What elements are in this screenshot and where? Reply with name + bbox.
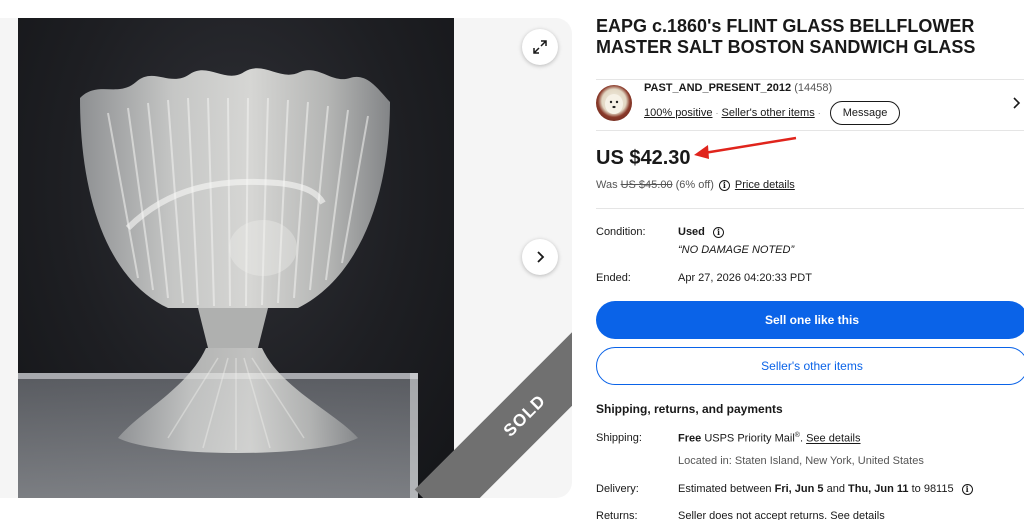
condition-info-icon[interactable]: i: [712, 226, 724, 238]
was-label: Was: [596, 179, 618, 191]
condition-value: Used: [678, 226, 705, 238]
delivery-info-icon[interactable]: i: [961, 483, 973, 495]
next-image-button[interactable]: [522, 239, 558, 275]
delivery-prefix: Estimated between: [678, 483, 772, 495]
sold-label: SOLD: [499, 390, 550, 441]
seller-card[interactable]: PAST_AND_PRESENT_2012 (14458) 100% posit…: [596, 79, 1024, 131]
price-details-link[interactable]: Price details: [735, 179, 795, 191]
seller-avatar[interactable]: [596, 85, 632, 121]
expand-icon: [533, 40, 547, 54]
chevron-right-icon: [537, 251, 545, 263]
condition-value-line: Used i: [678, 226, 729, 238]
item-location: Located in: Staten Island, New York, Uni…: [678, 455, 924, 467]
seller-name[interactable]: PAST_AND_PRESENT_2012: [644, 82, 791, 94]
seller-other-items-link[interactable]: Seller's other items: [722, 107, 815, 119]
condition-label: Condition:: [596, 226, 646, 238]
delivery-start: Fri, Jun 5: [774, 483, 824, 495]
returns-label: Returns:: [596, 510, 638, 520]
shipping-see-details-link[interactable]: See details: [806, 433, 860, 445]
delivery-value: Estimated between Fri, Jun 5 and Thu, Ju…: [678, 483, 978, 495]
seller-positive-link[interactable]: 100% positive: [644, 107, 713, 119]
delivery-label: Delivery:: [596, 483, 639, 495]
returns-value: Seller does not accept returns. See deta…: [678, 510, 885, 520]
delivery-end: Thu, Jun 11: [848, 483, 909, 495]
glass-salt-dish-image: [18, 68, 418, 498]
delivery-and: and: [826, 483, 845, 495]
returns-policy: Seller does not accept returns.: [678, 510, 828, 520]
divider: [596, 208, 1024, 209]
was-price-line: Was US $45.00 (6% off) i Price details: [596, 179, 795, 191]
shipping-free: Free: [678, 432, 702, 445]
info-icon[interactable]: i: [718, 179, 730, 191]
seller-name-line: PAST_AND_PRESENT_2012 (14458): [644, 82, 832, 94]
shipping-service: USPS Priority Mail: [704, 432, 795, 445]
dog-avatar-icon: [605, 94, 623, 114]
ended-value: Apr 27, 2026 04:20:33 PDT: [678, 272, 812, 284]
listing-title: EAPG c.1860's FLINT GLASS BELLFLOWER MAS…: [596, 16, 976, 57]
was-price: US $45.00: [620, 179, 673, 191]
listing-info: EAPG c.1860's FLINT GLASS BELLFLOWER MAS…: [596, 16, 1024, 520]
separator-dot: ·: [715, 108, 719, 118]
image-gallery: SOLD: [0, 18, 572, 498]
current-price: US $42.30: [596, 147, 691, 169]
returns-see-details-link[interactable]: See details: [830, 510, 884, 520]
message-button[interactable]: Message: [829, 101, 901, 125]
seller-feedback-score: (14458): [794, 82, 833, 94]
expand-image-button[interactable]: [522, 29, 558, 65]
sell-one-like-this-button[interactable]: Sell one like this: [596, 301, 1024, 339]
discount-percent: (6% off): [675, 179, 714, 191]
shipping-label: Shipping:: [596, 432, 642, 444]
sellers-other-items-button[interactable]: Seller's other items: [596, 347, 1024, 385]
product-photo[interactable]: [18, 18, 454, 498]
ended-label: Ended:: [596, 272, 631, 284]
shipping-value: Free USPS Priority Mail®. See details: [678, 432, 861, 445]
registered-mark: ®: [794, 432, 800, 439]
seller-links: 100% positive · Seller's other items · M…: [644, 101, 901, 125]
separator-dot: ·: [817, 108, 821, 118]
delivery-zip: to 98115: [911, 483, 954, 495]
condition-note: “NO DAMAGE NOTED”: [678, 244, 795, 256]
annotation-arrow-icon: [694, 136, 797, 159]
chevron-right-icon[interactable]: [1012, 96, 1022, 114]
shipping-section-heading: Shipping, returns, and payments: [596, 402, 783, 416]
